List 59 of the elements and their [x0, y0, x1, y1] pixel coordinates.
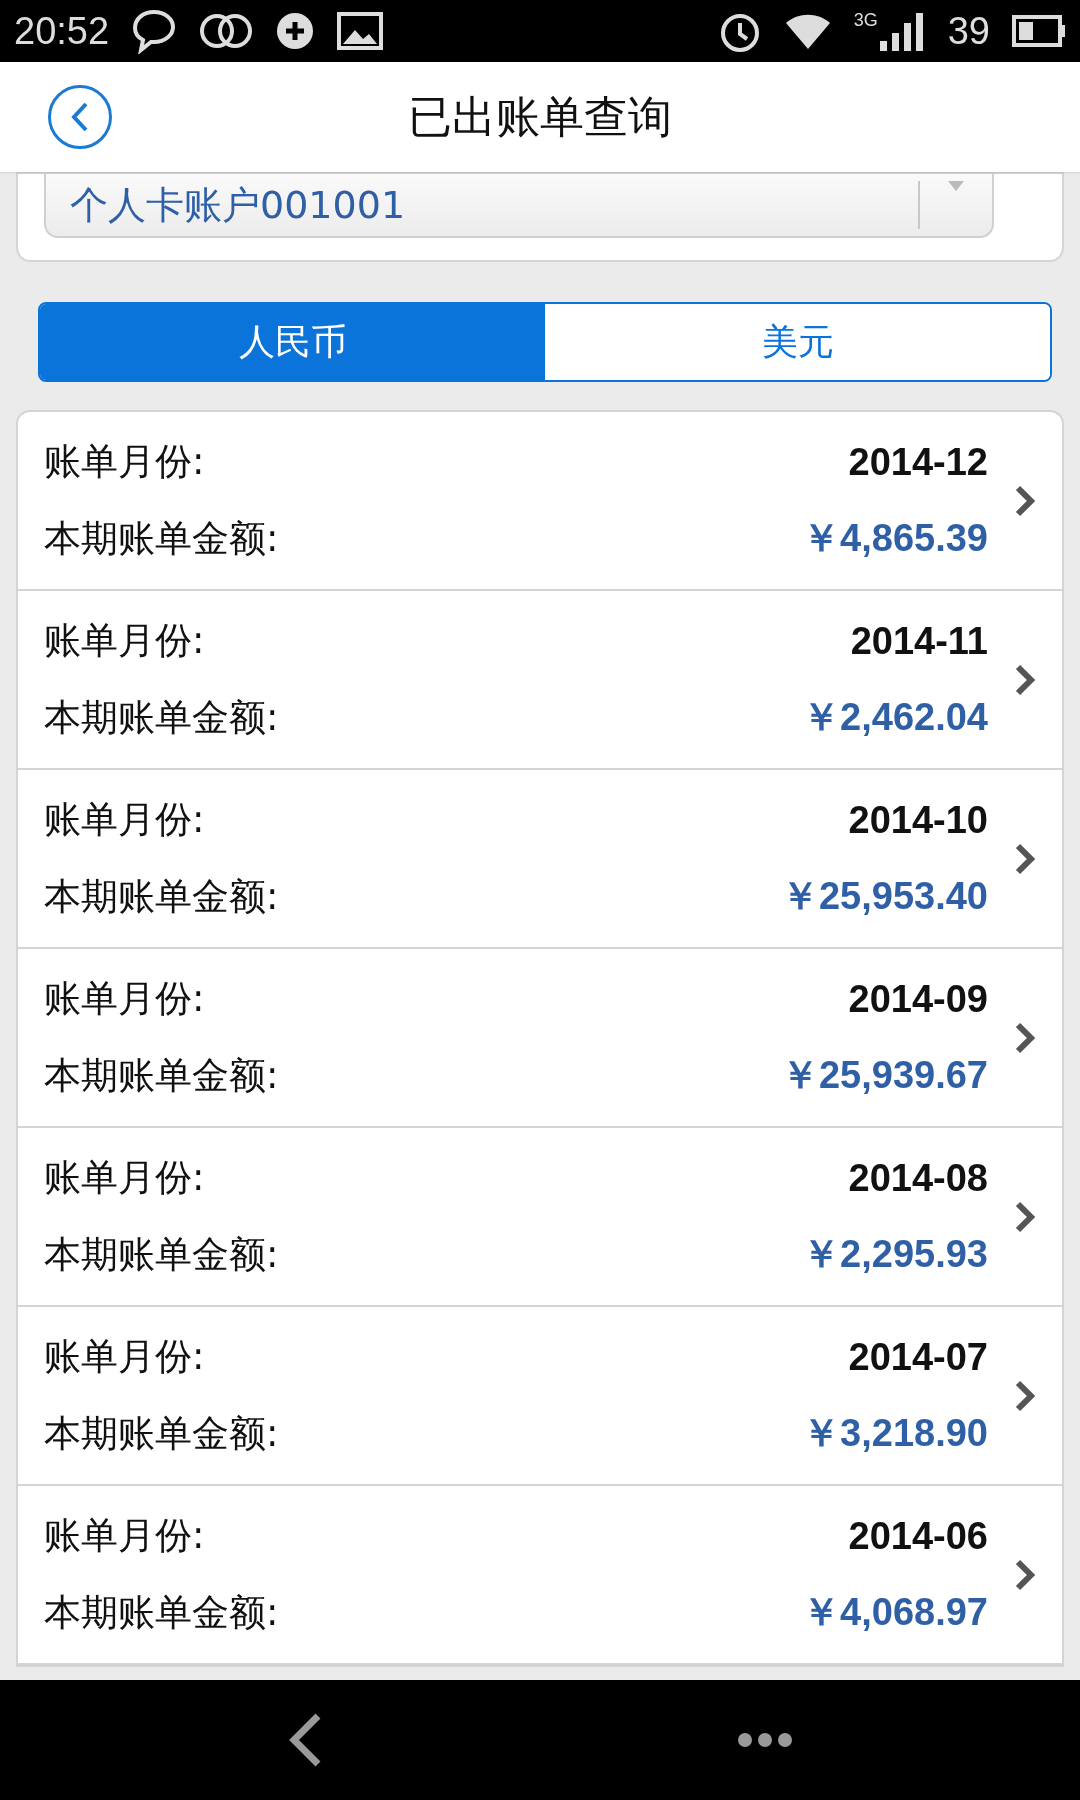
rings-icon — [199, 11, 254, 51]
amount-label: 本期账单金额: — [44, 1231, 280, 1278]
status-time: 20:52 — [14, 9, 110, 53]
bill-amount: ￥4,865.39 — [802, 516, 988, 561]
bill-row[interactable]: 账单月份: 2014-11 本期账单金额: ￥2,462.04 — [18, 591, 1062, 770]
page-title: 已出账单查询 — [407, 89, 673, 144]
chevron-right-icon — [1014, 1379, 1036, 1412]
bill-amount: ￥25,953.40 — [780, 874, 988, 919]
month-label: 账单月份: — [44, 1155, 206, 1201]
bill-month: 2014-12 — [847, 440, 988, 484]
amount-label: 本期账单金额: — [44, 873, 280, 920]
bill-row[interactable]: 账单月份: 2014-08 本期账单金额: ￥2,295.93 — [18, 1128, 1062, 1307]
bill-month: 2014-10 — [847, 798, 988, 842]
chat-bubble-icon — [131, 8, 178, 54]
back-button[interactable] — [48, 85, 112, 149]
account-select[interactable]: 个人卡账户001001 — [44, 174, 994, 238]
bill-row[interactable]: 账单月份: 2014-09 本期账单金额: ￥25,939.67 — [18, 949, 1062, 1128]
month-label: 账单月份: — [44, 439, 206, 485]
month-label: 账单月份: — [44, 976, 206, 1022]
sync-plus-icon — [275, 11, 316, 51]
chevron-right-icon — [1014, 1021, 1036, 1054]
bill-row[interactable]: 账单月份: 2014-07 本期账单金额: ￥3,218.90 — [18, 1307, 1062, 1486]
bill-amount: ￥3,218.90 — [802, 1411, 988, 1456]
chevron-right-icon — [1014, 842, 1036, 875]
currency-tab[interactable]: 人民币 — [40, 304, 545, 380]
battery-percent: 39 — [947, 9, 990, 53]
network-type-label: 3G — [853, 10, 878, 31]
month-label: 账单月份: — [44, 618, 206, 664]
bill-month: 2014-09 — [847, 977, 988, 1021]
amount-label: 本期账单金额: — [44, 515, 280, 562]
chevron-right-icon — [1014, 1200, 1036, 1233]
chevron-right-icon — [1014, 663, 1036, 696]
bill-amount: ￥25,939.67 — [780, 1053, 988, 1098]
bill-row[interactable]: 账单月份: 2014-06 本期账单金额: ￥4,068.97 — [18, 1486, 1062, 1665]
bill-amount: ￥2,462.04 — [802, 695, 988, 740]
amount-label: 本期账单金额: — [44, 1589, 280, 1636]
bill-month: 2014-06 — [847, 1514, 988, 1558]
battery-icon — [1012, 15, 1066, 47]
bill-amount: ￥4,068.97 — [802, 1590, 988, 1635]
signal-icon — [879, 11, 926, 51]
bill-amount: ￥2,295.93 — [802, 1232, 988, 1277]
chevron-left-icon — [70, 101, 90, 133]
bill-row[interactable]: 账单月份: 2014-10 本期账单金额: ￥25,953.40 — [18, 770, 1062, 949]
bill-row[interactable]: 账单月份: 2014-12 本期账单金额: ￥4,865.39 — [18, 412, 1062, 591]
currency-tab[interactable]: 美元 — [545, 304, 1050, 380]
bill-month: 2014-11 — [849, 619, 988, 663]
more-icon[interactable] — [736, 1732, 793, 1748]
amount-label: 本期账单金额: — [44, 1410, 280, 1457]
month-label: 账单月份: — [44, 1334, 206, 1380]
amount-label: 本期账单金额: — [44, 694, 280, 741]
bill-month: 2014-07 — [847, 1335, 988, 1379]
month-label: 账单月份: — [44, 797, 206, 843]
amount-label: 本期账单金额: — [44, 1052, 280, 1099]
image-icon — [337, 12, 384, 50]
chevron-right-icon — [1014, 484, 1036, 517]
month-label: 账单月份: — [44, 1513, 206, 1559]
dropdown-caret-icon — [948, 181, 964, 191]
bill-month: 2014-08 — [847, 1156, 988, 1200]
chevron-right-icon — [1014, 1558, 1036, 1591]
